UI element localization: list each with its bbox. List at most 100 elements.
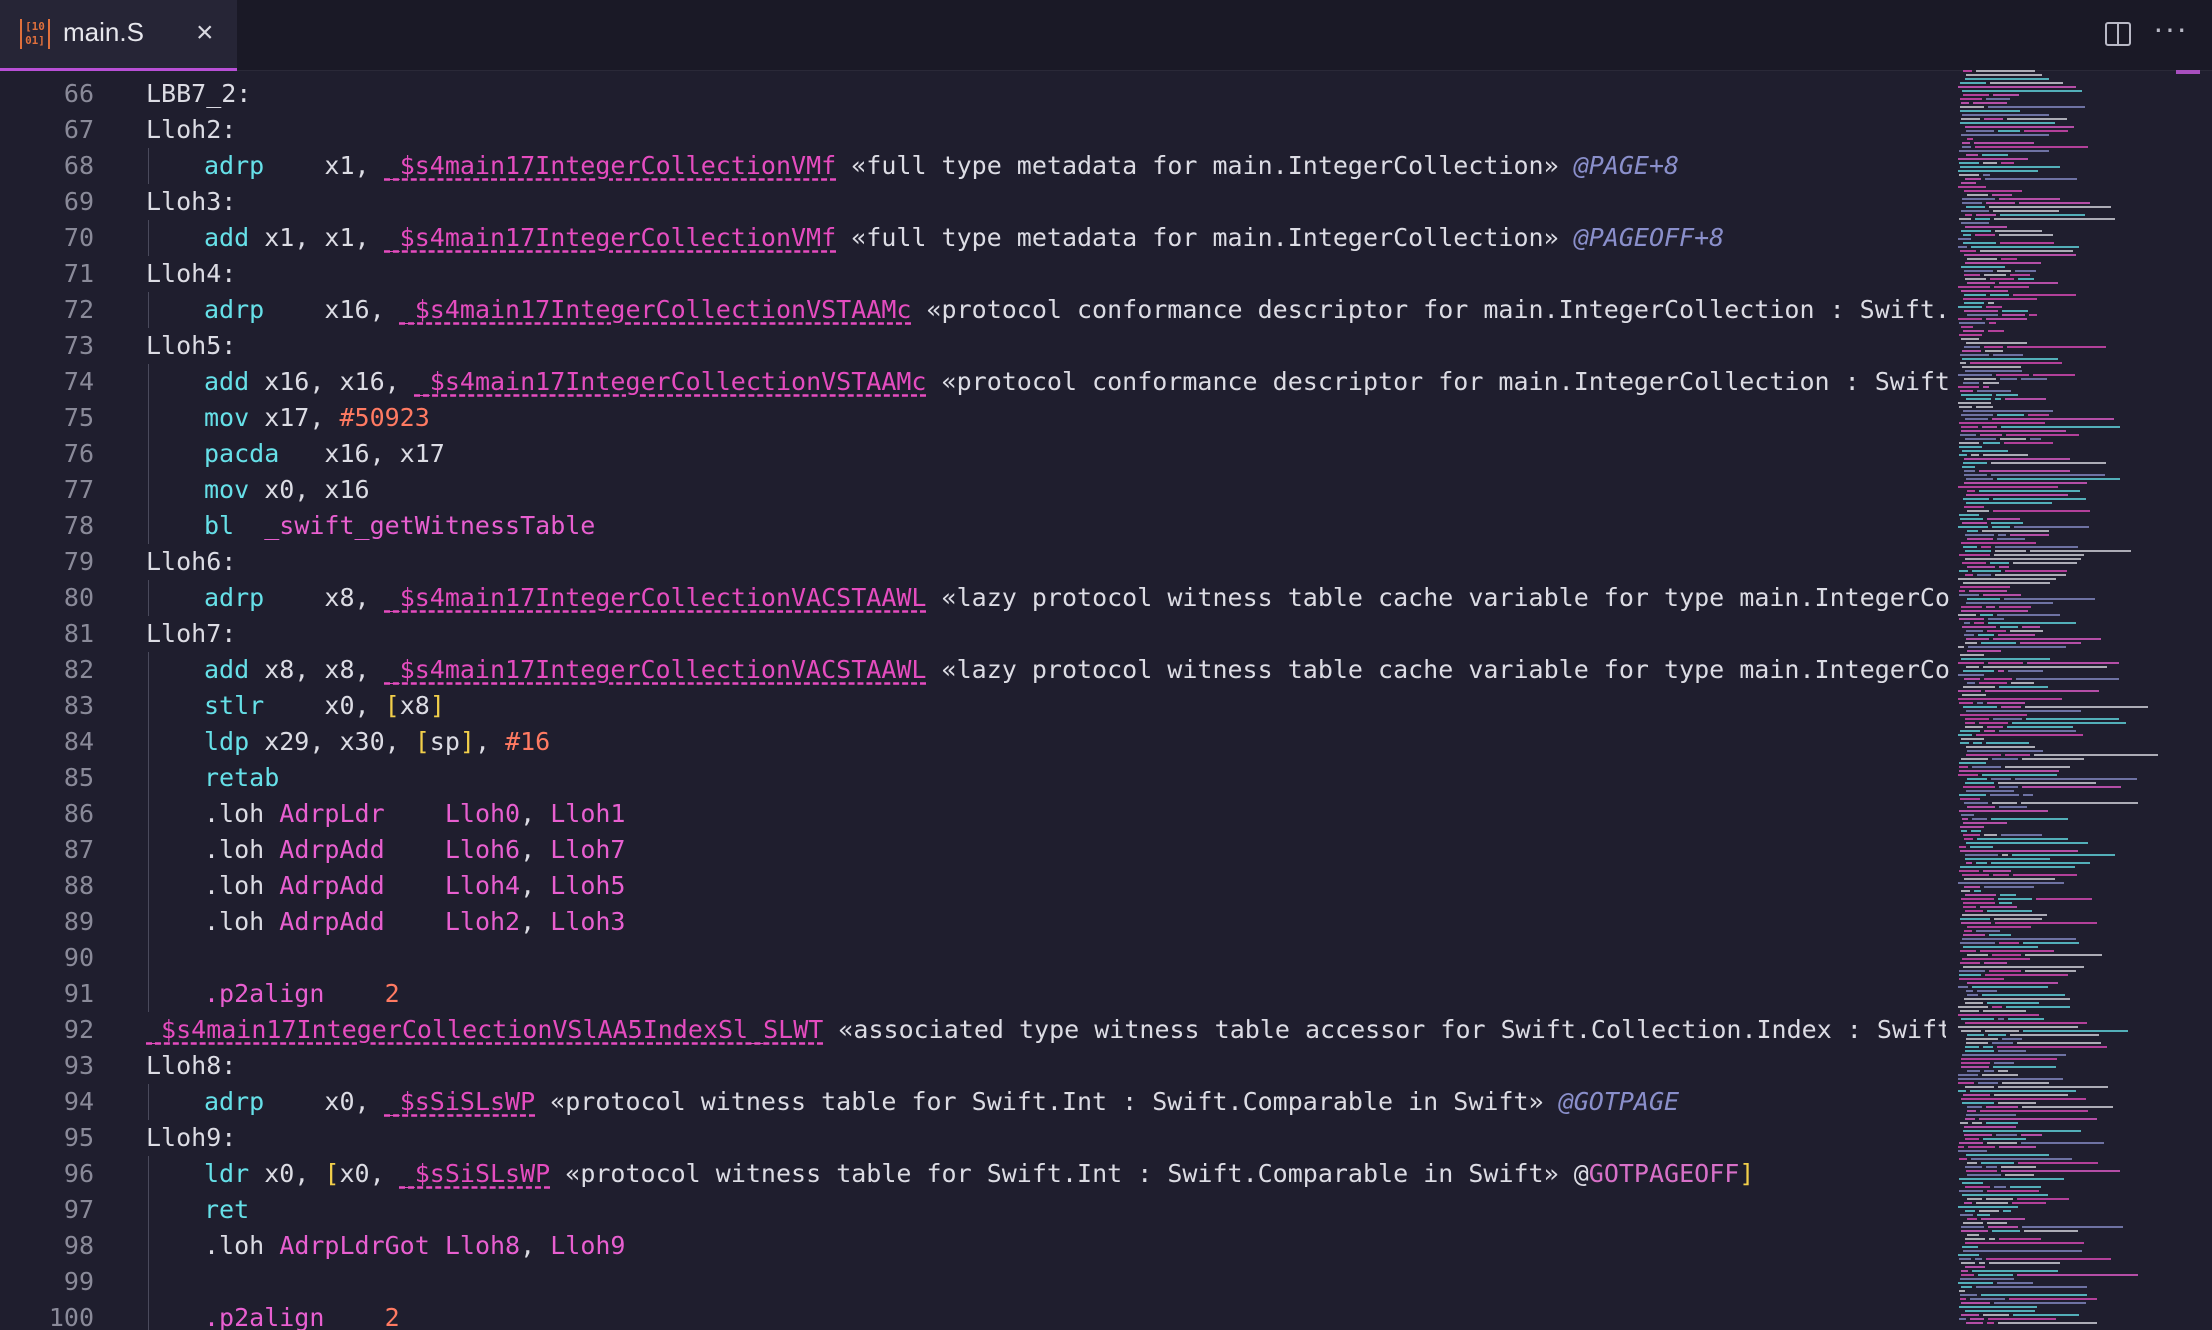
minimap-stroke xyxy=(1980,614,1993,616)
code-token: , xyxy=(474,727,506,756)
minimap-stroke xyxy=(1989,1262,2060,1264)
line-number: 80 xyxy=(63,583,94,612)
tab-main-s[interactable]: [10 01] main.S × xyxy=(0,0,237,71)
minimap-stroke xyxy=(1959,1306,2037,1308)
minimap-stroke xyxy=(1998,634,2035,636)
minimap-stroke xyxy=(1958,734,1972,736)
code-line[interactable]: 85 retab xyxy=(0,760,1950,796)
symbol-token[interactable]: _$sSiSLsWP xyxy=(400,1159,551,1188)
code-line[interactable]: 93 Lloh8: xyxy=(0,1048,1950,1084)
minimap-stroke xyxy=(1959,1158,1967,1160)
code-line[interactable]: 95 Lloh9: xyxy=(0,1120,1950,1156)
minimap-stroke xyxy=(1959,970,1985,972)
minimap-stroke xyxy=(2013,562,2077,564)
code-line[interactable]: 80 adrp x8, _$s4main17IntegerCollectionVA… xyxy=(0,580,1950,616)
minimap-stroke xyxy=(1966,130,1994,132)
code-line[interactable]: 71 Lloh4: xyxy=(0,256,1950,292)
code-line[interactable]: 75 mov x17, #50923 xyxy=(0,400,1950,436)
symbol-token[interactable]: _$s4main17IntegerCollectionVMf xyxy=(385,151,837,180)
code-line[interactable]: 81 Lloh7: xyxy=(0,616,1950,652)
line-number: 92 xyxy=(63,1015,94,1044)
line-number: 88 xyxy=(63,871,94,900)
minimap-stroke xyxy=(2017,1198,2069,1200)
minimap-stroke xyxy=(1999,806,2027,808)
minimap-stroke xyxy=(1976,1286,2087,1288)
code-line[interactable]: 66 LBB7_2: xyxy=(0,76,1950,112)
symbol-token[interactable]: _$s4main17IntegerCollectionVSTAAMc xyxy=(415,367,927,396)
code-line[interactable]: 72 adrp x16, _$s4main17IntegerCollectionV… xyxy=(0,292,1950,328)
minimap-stroke xyxy=(1967,598,2000,600)
line-number: 93 xyxy=(63,1051,94,1080)
code-token: x1, x1, xyxy=(249,223,385,252)
binary-file-icon: [10 01] xyxy=(20,19,50,49)
symbol-token[interactable]: _$s4main17IntegerCollectionVSlAA5IndexSl… xyxy=(146,1015,823,1044)
minimap-stroke xyxy=(1983,666,2107,668)
code-line[interactable]: 67 Lloh2: xyxy=(0,112,1950,148)
split-editor-icon[interactable] xyxy=(2105,22,2131,46)
code-line[interactable]: 68 adrp x1, _$s4main17IntegerCollectionVM… xyxy=(0,148,1950,184)
more-actions-icon[interactable]: ··· xyxy=(2153,10,2188,47)
symbol-token[interactable]: _$s4main17IntegerCollectionVSTAAMc xyxy=(400,295,912,324)
minimap-stroke xyxy=(2004,442,2053,444)
code-line[interactable]: 88 .loh AdrpAdd Lloh4, Lloh5 xyxy=(0,868,1950,904)
code-line[interactable]: 86 .loh AdrpLdr Lloh0, Lloh1 xyxy=(0,796,1950,832)
code-line[interactable]: 100 .p2align 2 xyxy=(0,1300,1950,1330)
minimap-stroke xyxy=(1992,1006,2002,1008)
minimap-stroke xyxy=(1959,454,1967,456)
minimap-stroke xyxy=(2002,854,2008,856)
line-number: 89 xyxy=(63,907,94,936)
code-token: mov xyxy=(204,403,250,432)
code-line[interactable]: 92 _$s4main17IntegerCollectionVSlAA5Index… xyxy=(0,1012,1950,1048)
code-line[interactable]: 79 Lloh6: xyxy=(0,544,1950,580)
symbol-token[interactable]: _$sSiSLsWP xyxy=(385,1087,536,1116)
minimap-stroke xyxy=(1978,1274,2013,1276)
indent-guide xyxy=(148,904,149,940)
indent-guide xyxy=(148,832,149,868)
code-line[interactable]: 89 .loh AdrpAdd Lloh2, Lloh3 xyxy=(0,904,1950,940)
code-line[interactable]: 77 mov x0, x16 xyxy=(0,472,1950,508)
minimap-slider[interactable] xyxy=(2176,70,2200,74)
code-line[interactable]: 99 xyxy=(0,1264,1950,1300)
minimap-stroke xyxy=(1960,166,2060,168)
minimap-stroke xyxy=(2001,706,2021,708)
code-token: .loh xyxy=(204,835,280,864)
minimap-stroke xyxy=(1964,998,2070,1000)
code-line[interactable]: 69 Lloh3: xyxy=(0,184,1950,220)
code-line[interactable]: 70 add x1, x1, _$s4main17IntegerCollectio… xyxy=(0,220,1950,256)
minimap-stroke xyxy=(1965,642,1977,644)
code-line[interactable]: 98 .loh AdrpLdrGot Lloh8, Lloh9 xyxy=(0,1228,1950,1264)
code-token: stlr xyxy=(204,691,265,720)
minimap-stroke xyxy=(1958,246,1967,248)
close-icon[interactable]: × xyxy=(196,16,214,50)
minimap-stroke xyxy=(1987,1190,2039,1192)
code-line[interactable]: 96 ldr x0, [x0, _$sSiSLsWP «protocol witn… xyxy=(0,1156,1950,1192)
code-line[interactable]: 78 bl _swift_getWitnessTable xyxy=(0,508,1950,544)
line-number: 81 xyxy=(63,619,94,648)
symbol-token[interactable]: _$s4main17IntegerCollectionVACSTAAWL xyxy=(385,655,927,684)
code-line[interactable]: 73 Lloh5: xyxy=(0,328,1950,364)
code-line[interactable]: 82 add x8, x8, _$s4main17IntegerCollectio… xyxy=(0,652,1950,688)
minimap-stroke xyxy=(2001,258,2017,260)
symbol-token[interactable]: _$s4main17IntegerCollectionVACSTAAWL xyxy=(385,583,927,612)
minimap-stroke xyxy=(1963,966,2084,968)
minimap-stroke xyxy=(1965,126,2074,128)
minimap-stroke xyxy=(1980,950,2054,952)
minimap-stroke xyxy=(1961,222,1989,224)
code-editor[interactable]: 66 LBB7_2: 67 Lloh2: 68 adrp x1, _$s4main17In… xyxy=(0,70,1950,1330)
minimap-stroke xyxy=(2004,598,2095,600)
code-line[interactable]: 83 stlr x0, [x8] xyxy=(0,688,1950,724)
code-line[interactable]: 87 .loh AdrpAdd Lloh6, Lloh7 xyxy=(0,832,1950,868)
code-line[interactable]: 97 ret xyxy=(0,1192,1950,1228)
code-line[interactable]: 91 .p2align 2 xyxy=(0,976,1950,1012)
code-text: ldr x0, [x0, _$sSiSLsWP «protocol witnes… xyxy=(204,1156,1950,1192)
code-text: adrp x16, _$s4main17IntegerCollectionVST… xyxy=(204,292,1950,328)
code-line[interactable]: 76 pacda x16, x17 xyxy=(0,436,1950,472)
symbol-token[interactable]: _$s4main17IntegerCollectionVMf xyxy=(385,223,837,252)
minimap[interactable] xyxy=(1950,70,2200,1330)
code-line[interactable]: 74 add x16, x16, _$s4main17IntegerCollect… xyxy=(0,364,1950,400)
code-line[interactable]: 84 ldp x29, x30, [sp], #16 xyxy=(0,724,1950,760)
code-line[interactable]: 94 adrp x0, _$sSiSLsWP «protocol witness … xyxy=(0,1084,1950,1120)
code-text: .p2align 2 xyxy=(204,976,1950,1012)
code-line[interactable]: 90 xyxy=(0,940,1950,976)
